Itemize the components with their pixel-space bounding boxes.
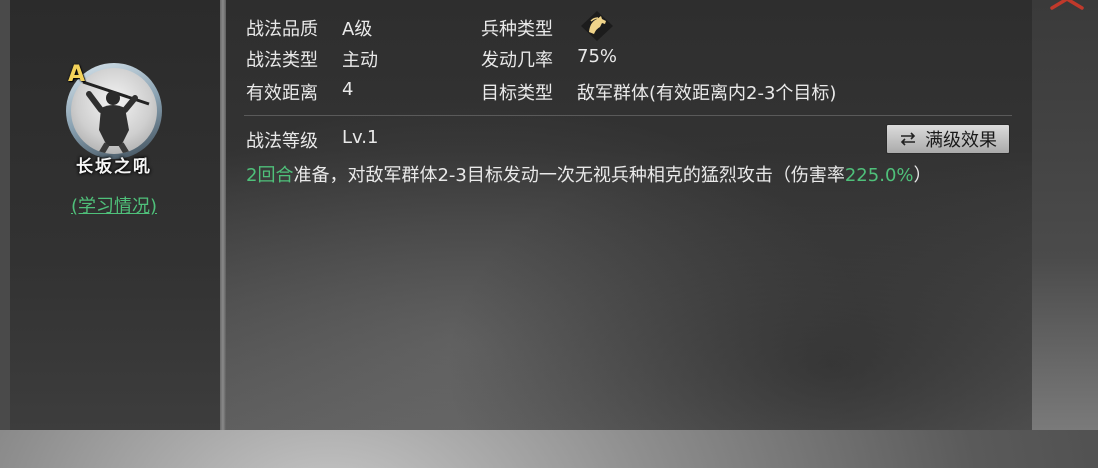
range-value: 4	[342, 79, 354, 100]
right-strip	[1032, 0, 1098, 430]
skill-type-label: 战法类型	[246, 50, 318, 71]
target-type-label: 目标类型	[481, 83, 553, 104]
target-type-value: 敌军群体(有效距离内2-3个目标)	[577, 83, 837, 104]
description-end: ）	[913, 165, 932, 186]
grade-badge: A	[68, 62, 86, 87]
skill-description: 2回合准备，对敌军群体2-3目标发动一次无视兵种相克的猛烈攻击（伤害率225.0…	[246, 161, 932, 187]
description-text: 准备，对敌军群体2-3目标发动一次无视兵种相克的猛烈攻击（伤害率	[293, 165, 845, 186]
left-edge	[0, 0, 10, 430]
trigger-rate-label: 发动几率	[481, 50, 553, 71]
swap-arrows-icon	[900, 132, 916, 146]
range-label: 有效距离	[246, 83, 318, 104]
trigger-rate-value: 75%	[577, 46, 618, 67]
study-status-link[interactable]: (学习情况)	[40, 192, 188, 218]
cavalry-horse-icon	[581, 11, 613, 41]
damage-rate: 225.0%	[844, 165, 914, 186]
max-level-effect-button[interactable]: 满级效果	[886, 124, 1010, 154]
prep-rounds: 2回合	[246, 165, 294, 186]
level-label: 战法等级	[246, 131, 318, 152]
separator	[244, 115, 1012, 116]
skill-name: 长坂之吼	[76, 156, 152, 177]
max-level-effect-label: 满级效果	[925, 130, 997, 151]
quality-value: A级	[342, 19, 373, 40]
close-icon[interactable]	[1050, 0, 1084, 10]
troop-type-label: 兵种类型	[481, 19, 553, 40]
skill-type-value: 主动	[342, 50, 378, 71]
level-value: Lv.1	[342, 127, 379, 148]
quality-label: 战法品质	[246, 19, 318, 40]
